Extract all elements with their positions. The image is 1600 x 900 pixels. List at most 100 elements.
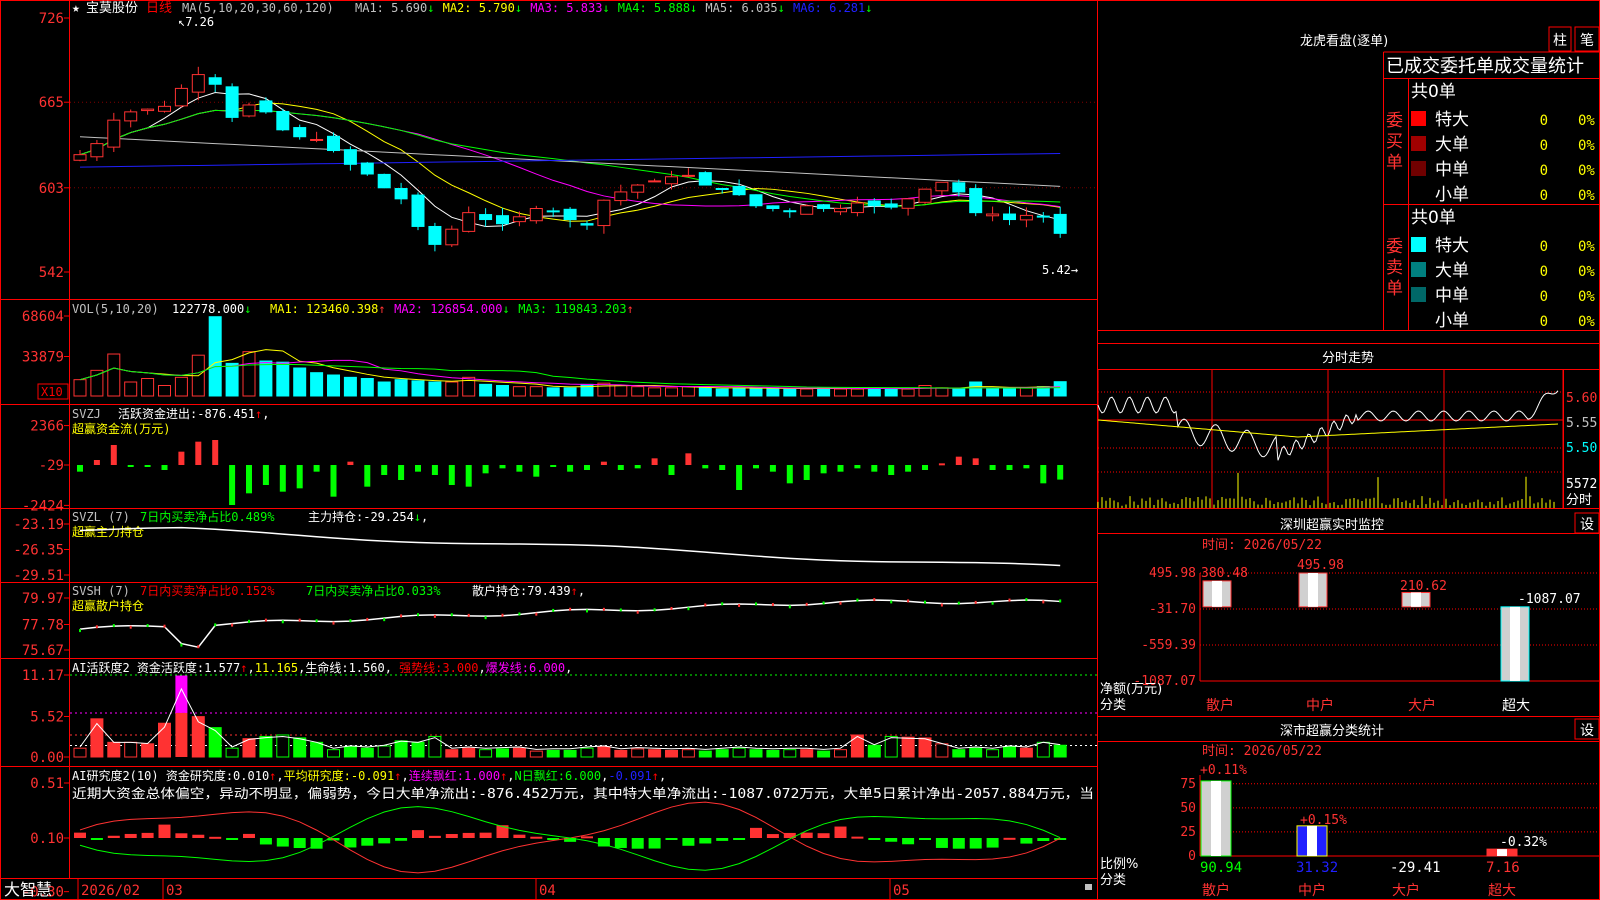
activity-bar: [867, 744, 881, 758]
retail-tick: [890, 600, 893, 604]
y-tick-label: -29.51: [13, 568, 64, 584]
retail-tick: [586, 609, 588, 613]
longhu-panel: 龙虎看盘(逐单) 柱 笔 已成交委托单成交量统计 共0单委买单特大 0 0%大单 0 0…: [1300, 26, 1600, 331]
fund-flow-bar: [499, 465, 506, 469]
research-bar: [479, 832, 492, 838]
monitor-bar-label: 210.62: [1400, 579, 1447, 594]
y-tick-label: 542: [39, 265, 64, 281]
ai1-y-axis: 11.17 5.52 0.00: [22, 668, 69, 766]
period-label[interactable]: 日线: [146, 1, 172, 16]
classify-value: 90.94: [1200, 860, 1242, 876]
svsh-hold: 散户持仓:79.439↑,: [472, 583, 585, 598]
classify-category: 中户: [1298, 882, 1326, 899]
candle-body: [766, 205, 780, 209]
retail-tick: [129, 625, 132, 629]
retail-tick: [264, 618, 267, 622]
volume-bar: [208, 316, 222, 397]
bi-label: 笔: [1580, 33, 1594, 49]
candle-body: [225, 86, 239, 118]
volume-bar: [445, 381, 459, 397]
fund-flow-bar: [550, 465, 557, 467]
candle-body: [428, 225, 442, 245]
lock-icon[interactable]: [1085, 884, 1092, 890]
star-icon[interactable]: ★: [72, 1, 80, 16]
research-bar: [462, 832, 475, 838]
activity-bar: [343, 746, 357, 758]
order-row-value: 0: [1540, 163, 1548, 179]
research-bar: [952, 838, 965, 849]
svzl-title: SVZL (7): [72, 510, 130, 524]
retail-tick: [755, 602, 757, 606]
activity-bar: [377, 745, 391, 758]
retail-tick: [467, 613, 470, 617]
retail-tick: [417, 613, 419, 617]
research-bar: [158, 824, 171, 838]
classify-settings-label: 设: [1580, 723, 1594, 739]
volume-bar: [800, 388, 814, 397]
classify-change-label: +0.11%: [1200, 763, 1247, 778]
y-tick-label: 0.00: [30, 750, 64, 766]
candle-body: [681, 174, 695, 177]
retail-tick: [501, 613, 504, 617]
retail-tick: [957, 601, 960, 605]
ai2-header-text: AI研究度2(10) 资金研究度:0.010↑,平均研究度:-0.091↑,连续…: [72, 768, 666, 783]
research-bar: [395, 838, 408, 841]
research-bar: [513, 834, 526, 838]
fund-flow-bar: [685, 453, 692, 465]
y-tick-label: 79.97: [22, 591, 64, 607]
volume-bar: [732, 387, 746, 397]
fund-flow-bar: [1023, 465, 1030, 469]
stock-chart-canvas[interactable]: ★ 宝莫股份 日线 MA(5,10,20,30,60,120) MA1: 5.6…: [0, 0, 1600, 900]
classify-y-tick: 50: [1180, 801, 1196, 816]
classify-category: 超大: [1488, 883, 1516, 899]
fund-flow-bar: [1057, 465, 1064, 480]
monitor-title: 深圳超赢实时监控: [1280, 517, 1384, 533]
date-tick-label: 04: [539, 883, 556, 899]
activity-bar: [479, 749, 493, 758]
monitor-category: 大户: [1408, 697, 1436, 714]
activity-bar: [715, 749, 729, 758]
ma-value-item: MA6: 6.281↓: [793, 1, 872, 15]
fund-flow-bar: [938, 463, 945, 466]
research-bar: [1054, 838, 1067, 840]
fund-flow-bar: [600, 461, 607, 465]
activity-bar: [259, 735, 273, 758]
research-bar: [648, 838, 661, 849]
order-row-pct: 0%: [1578, 314, 1595, 330]
y-tick-label: 75.67: [22, 643, 64, 659]
research-bar: [885, 838, 898, 842]
retail-tick: [805, 602, 808, 606]
candle-body: [563, 208, 577, 221]
volume-bar: [225, 362, 239, 397]
research-bar: [192, 834, 205, 838]
classify-time: 时间: 2026/05/22: [1202, 744, 1322, 759]
svzj-subtitle: 超赢资金流(万元): [72, 421, 170, 436]
candle-body: [783, 210, 797, 213]
ma-value-item: MA1: 5.690↓: [355, 1, 434, 15]
activity-bar: [158, 722, 171, 758]
research-bar: [750, 827, 762, 838]
activity-bar: [90, 718, 104, 758]
activity-bar: [360, 747, 374, 758]
vol-header: VOL(5,10,20) 122778.000↓ MA1: 123460.398…: [72, 302, 634, 316]
fund-flow-bar: [482, 465, 489, 474]
y-tick-label: -23.19: [13, 517, 64, 533]
retail-tick: [839, 601, 842, 605]
fund-flow-bar: [1006, 465, 1013, 470]
svsh-title: SVSH (7): [72, 584, 130, 598]
activity-bar: [124, 741, 138, 758]
research-bar: [243, 833, 255, 838]
intraday-panel: 分时走势 5.60 5.55 5.50 5572分时: [1097, 350, 1597, 508]
order-group-label: 买: [1386, 132, 1403, 152]
volume-bar: [479, 383, 493, 397]
retail-tick: [163, 624, 166, 628]
candle-body: [1036, 215, 1050, 218]
svzj-header: SVZJ 活跃资金进出:-876.451↑, 超赢资金流(万元): [72, 406, 270, 436]
retail-tick: [569, 607, 572, 611]
volume-bar: [834, 388, 847, 397]
candle-body: [1003, 213, 1016, 221]
research-bar: [614, 838, 627, 848]
fund-flow-bar: [651, 458, 658, 465]
classify-change-label: -0.32%: [1500, 835, 1547, 850]
activity-bar: [546, 749, 560, 758]
